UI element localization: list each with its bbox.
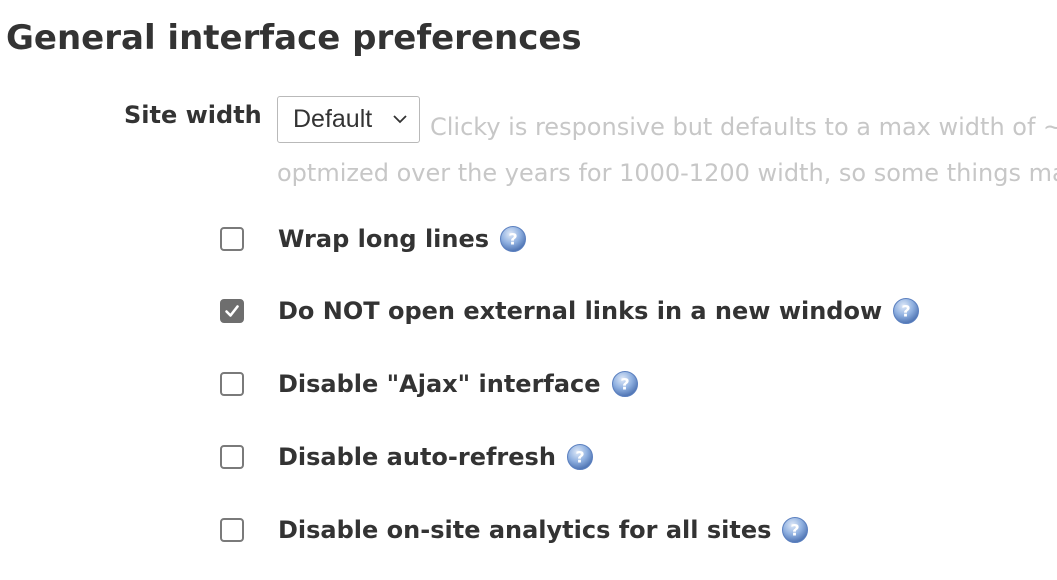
option-row-wrap-long-lines: Wrap long lines ?: [220, 224, 527, 254]
question-help-icon[interactable]: ?: [781, 516, 809, 544]
option-row-disable-on-site-analytics: Disable on-site analytics for all sites …: [220, 515, 809, 545]
option-label-disable-ajax[interactable]: Disable "Ajax" interface: [278, 370, 601, 398]
checkbox-disable-auto-refresh[interactable]: [220, 445, 244, 469]
chevron-down-icon: [393, 115, 407, 124]
checkbox-external-links[interactable]: [220, 299, 244, 323]
svg-text:?: ?: [791, 521, 800, 540]
option-row-disable-auto-refresh: Disable auto-refresh ?: [220, 442, 594, 472]
site-width-select-value: Default: [293, 105, 373, 133]
svg-text:?: ?: [620, 375, 629, 394]
option-row-external-links: Do NOT open external links in a new wind…: [220, 296, 920, 326]
question-help-icon[interactable]: ?: [892, 297, 920, 325]
checkbox-wrap-long-lines[interactable]: [220, 227, 244, 251]
svg-text:?: ?: [508, 230, 517, 249]
site-width-select[interactable]: Default: [277, 96, 420, 143]
check-icon: [225, 305, 239, 317]
option-label-disable-auto-refresh[interactable]: Disable auto-refresh: [278, 443, 556, 471]
question-help-icon[interactable]: ?: [566, 443, 594, 471]
option-label-disable-on-site-analytics[interactable]: Disable on-site analytics for all sites: [278, 516, 771, 544]
page-title: General interface preferences: [6, 18, 582, 58]
site-width-hint-line-1: Clicky is responsive but defaults to a m…: [430, 113, 1057, 141]
checkbox-disable-ajax[interactable]: [220, 372, 244, 396]
site-width-hint-line-2: optmized over the years for 1000-1200 wi…: [277, 159, 1057, 187]
option-row-disable-ajax: Disable "Ajax" interface ?: [220, 369, 639, 399]
question-help-icon[interactable]: ?: [611, 370, 639, 398]
option-label-wrap-long-lines[interactable]: Wrap long lines: [278, 225, 489, 253]
checkbox-disable-on-site-analytics[interactable]: [220, 518, 244, 542]
svg-text:?: ?: [575, 448, 584, 467]
option-label-external-links[interactable]: Do NOT open external links in a new wind…: [278, 297, 882, 325]
question-help-icon[interactable]: ?: [499, 225, 527, 253]
site-width-label: Site width: [124, 101, 262, 129]
svg-text:?: ?: [902, 302, 911, 321]
